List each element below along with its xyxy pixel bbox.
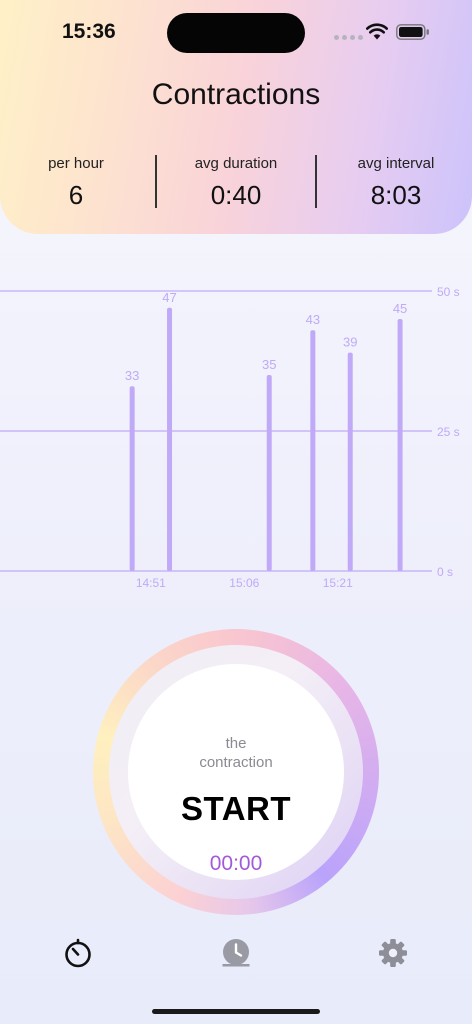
x-tick-label: 15:06: [229, 576, 259, 590]
button-subtitle-line: the: [225, 735, 247, 752]
x-tick-label: 14:51: [136, 576, 166, 590]
clock-icon[interactable]: [220, 937, 252, 969]
stat-value: 0:40: [210, 180, 262, 210]
button-face: the contraction START 00:00: [128, 664, 344, 880]
stat-value: 8:03: [370, 180, 422, 210]
status-time: 15:36: [62, 20, 116, 43]
bar-value-label: 47: [162, 290, 176, 305]
stat-label: avg duration: [194, 155, 278, 172]
stat-avg-interval: avg interval 8:03: [326, 155, 466, 211]
wifi-icon: [366, 23, 388, 40]
bar-value-label: 45: [393, 301, 407, 316]
stat-avg-duration: avg duration 0:40: [166, 155, 306, 211]
stat-label: avg interval: [357, 155, 435, 172]
y-tick-label: 25 s: [437, 425, 460, 439]
start-contraction-button[interactable]: the contraction START 00:00: [93, 629, 379, 915]
bar: [347, 352, 353, 571]
bar: [167, 307, 173, 571]
bar-value-label: 33: [125, 368, 139, 383]
bar: [397, 319, 403, 571]
divider: [315, 155, 317, 208]
battery-icon: [396, 24, 429, 40]
header-panel: 15:36 Contractions per hour 6 avg durati…: [0, 0, 472, 234]
button-subtitle: the contraction: [128, 734, 344, 772]
stopwatch-icon[interactable]: [62, 937, 94, 969]
start-label: START: [180, 790, 292, 827]
stat-per-hour: per hour 6: [6, 155, 146, 211]
page-title: Contractions: [151, 78, 321, 111]
cellular-signal-icon: [334, 35, 363, 40]
bar: [129, 386, 135, 571]
timer-readout: 00:00: [209, 852, 263, 875]
bar-value-label: 43: [306, 312, 320, 327]
divider: [155, 155, 157, 208]
y-tick-label: 0 s: [437, 565, 453, 579]
bar-value-label: 35: [262, 357, 276, 372]
bar: [266, 375, 272, 571]
contractions-chart[interactable]: 0 s 25 s 50 s 33 47 35 43 39 45 14:51 15:06 15:21: [0, 280, 472, 600]
dynamic-island: [167, 13, 305, 53]
gear-icon[interactable]: [377, 937, 409, 969]
y-tick-label: 50 s: [437, 285, 460, 299]
stat-label: per hour: [48, 155, 104, 172]
bar-value-label: 39: [343, 335, 357, 350]
bar: [310, 330, 316, 571]
button-subtitle-line: contraction: [199, 754, 273, 771]
home-indicator: [152, 1009, 320, 1014]
stat-value: 6: [68, 180, 84, 210]
x-tick-label: 15:21: [323, 576, 353, 590]
